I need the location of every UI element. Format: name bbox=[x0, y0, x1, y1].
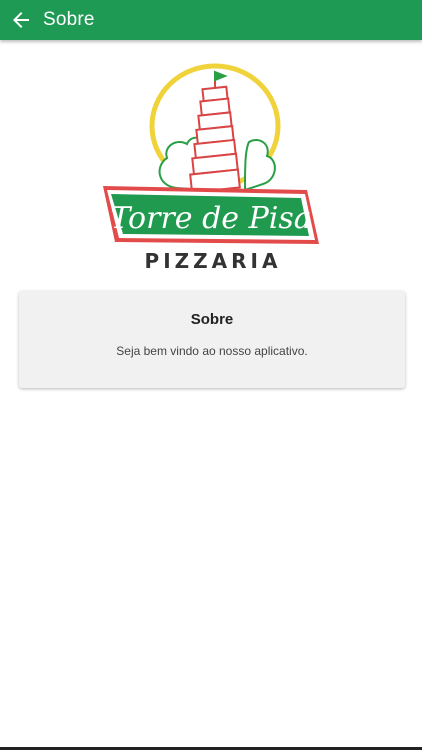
pizzaria-logo: Torre de Pisa PIZZARIA bbox=[103, 63, 319, 273]
card-title: Sobre bbox=[190, 311, 234, 328]
app-bar: Sobre bbox=[0, 0, 422, 40]
back-button[interactable] bbox=[3, 0, 39, 40]
tree-right-icon bbox=[243, 138, 276, 192]
arrow-left-icon bbox=[13, 12, 29, 28]
tower-icon bbox=[189, 70, 241, 194]
card-text: Seja bem vindo ao nosso aplicativo. bbox=[116, 344, 308, 358]
about-card: Sobre Seja bem vindo ao nosso aplicativo… bbox=[19, 291, 405, 388]
appbar-title: Sobre bbox=[43, 9, 95, 30]
logo-subtitle-text: PIZZARIA bbox=[145, 249, 282, 273]
logo-name-text: Torre de Pisa bbox=[110, 201, 311, 236]
